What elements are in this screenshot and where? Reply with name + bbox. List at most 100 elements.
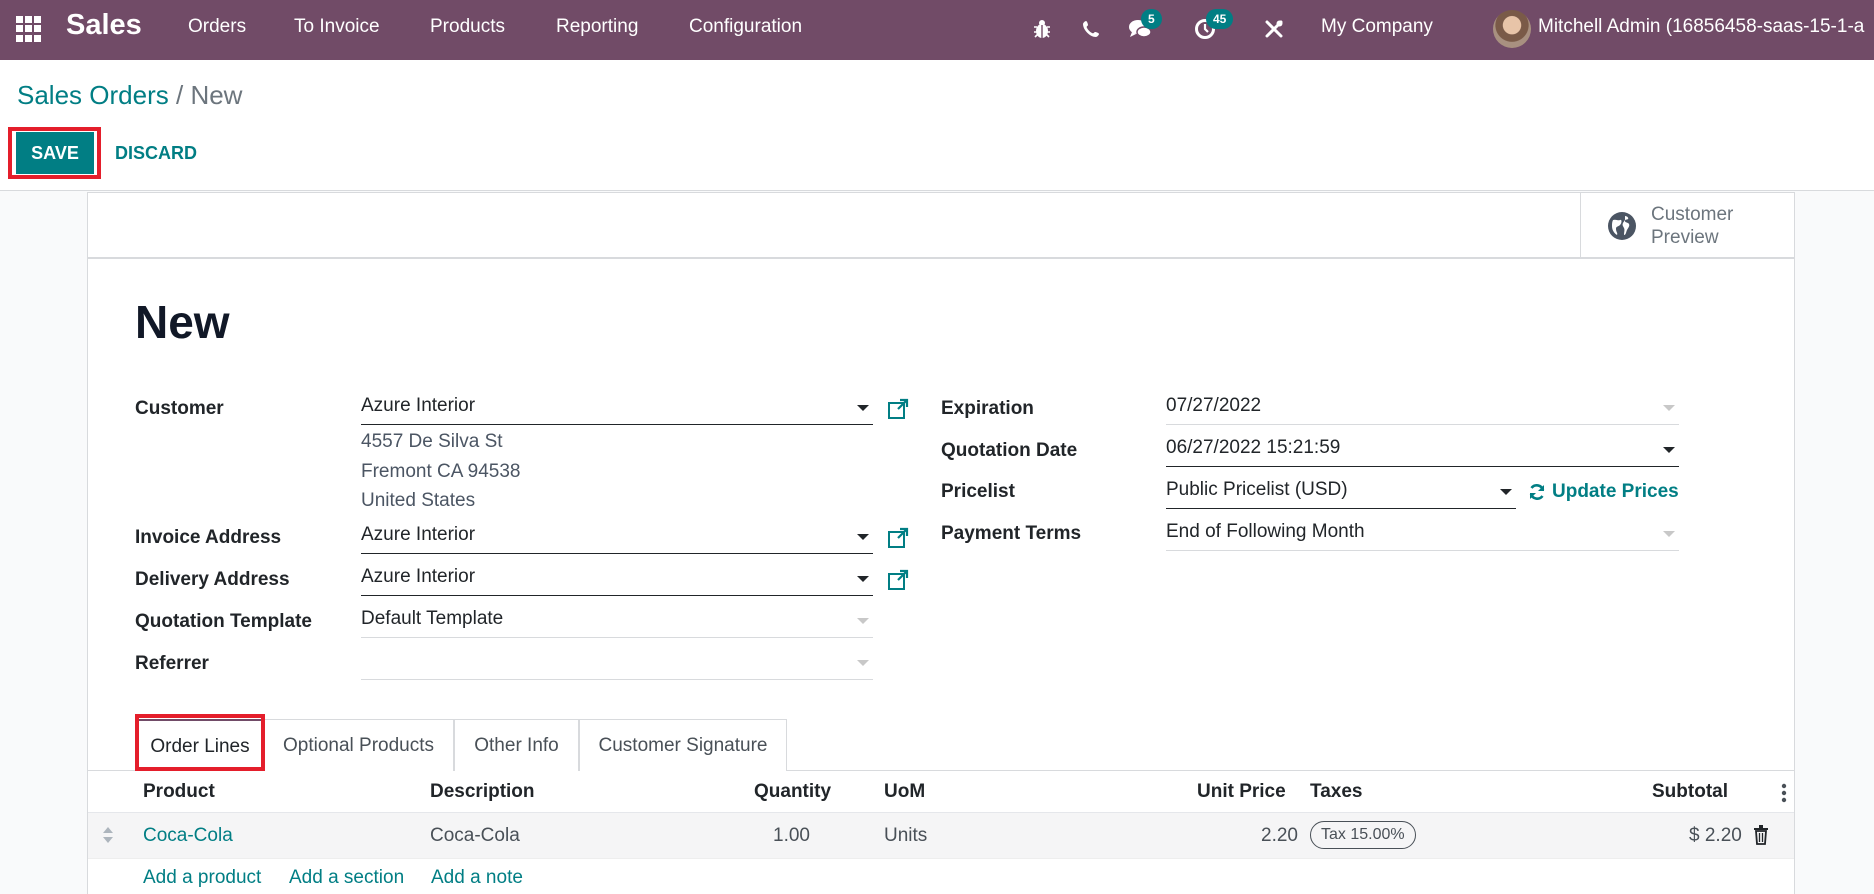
row-quantity[interactable]: 1.00 — [773, 825, 810, 847]
expiration-dropdown-caret[interactable] — [1663, 405, 1675, 411]
app-name[interactable]: Sales — [66, 9, 142, 42]
tab-customer-signature[interactable]: Customer Signature — [579, 719, 787, 771]
chat-icon[interactable]: 5 — [1127, 9, 1162, 44]
customer-dropdown-caret[interactable] — [857, 405, 869, 411]
customer-preview-label-1: Customer — [1651, 204, 1734, 225]
expiration-label: Expiration — [941, 398, 1034, 419]
tax-tag[interactable]: Tax 15.00% — [1310, 821, 1416, 849]
quotation-date-value: 06/27/2022 15:21:59 — [1166, 437, 1341, 458]
customer-value: Azure Interior — [361, 395, 476, 416]
tab-optional-products[interactable]: Optional Products — [263, 719, 454, 771]
customer-external-link-icon[interactable] — [887, 398, 909, 420]
row-product[interactable]: Coca-Cola — [143, 825, 233, 847]
quotation-template-value: Default Template — [361, 608, 504, 629]
globe-icon — [1608, 212, 1636, 240]
referrer-field[interactable] — [361, 646, 873, 680]
breadcrumb: Sales Orders / New — [17, 80, 242, 111]
expiration-field[interactable]: 07/27/2022 — [1166, 391, 1679, 425]
quotation-template-label: Quotation Template — [135, 611, 312, 632]
button-box: Customer Preview — [88, 193, 1794, 259]
delivery-address-field[interactable]: Azure Interior — [361, 562, 873, 596]
trash-icon[interactable] — [1753, 825, 1769, 845]
payment-terms-field[interactable]: End of Following Month — [1166, 517, 1679, 551]
row-unit-price[interactable]: 2.20 — [1261, 825, 1298, 847]
delivery-address-value: Azure Interior — [361, 566, 476, 587]
customer-preview-button[interactable]: Customer Preview — [1580, 193, 1794, 257]
table-row[interactable]: Coca-Cola Coca-Cola 1.00 Units 2.20 Tax … — [88, 813, 1794, 859]
clock-icon[interactable]: 45 — [1192, 9, 1234, 44]
column-uom[interactable]: UoM — [884, 781, 925, 803]
referrer-label: Referrer — [135, 653, 209, 674]
referrer-dropdown-caret[interactable] — [857, 660, 869, 666]
menu-configuration[interactable]: Configuration — [689, 16, 802, 38]
customer-address-line-2: Fremont CA 94538 — [361, 461, 521, 482]
company-switcher[interactable]: My Company — [1321, 16, 1433, 38]
form-sheet: Customer Preview New Customer Azure Inte… — [87, 192, 1795, 894]
row-subtotal: $ 2.20 — [1689, 825, 1742, 846]
delivery-address-dropdown-caret[interactable] — [857, 576, 869, 582]
tools-icon[interactable] — [1262, 14, 1286, 44]
column-unit-price[interactable]: Unit Price — [1197, 781, 1286, 803]
update-prices-button[interactable]: Update Prices — [1528, 481, 1679, 503]
pricelist-value: Public Pricelist (USD) — [1166, 479, 1348, 500]
apps-menu-icon[interactable] — [16, 16, 42, 42]
column-taxes[interactable]: Taxes — [1310, 781, 1362, 803]
column-subtotal[interactable]: Subtotal — [1652, 781, 1728, 803]
menu-products[interactable]: Products — [430, 16, 505, 38]
invoice-address-external-link-icon[interactable] — [887, 527, 909, 549]
save-button[interactable]: SAVE — [16, 132, 94, 174]
optional-columns-icon[interactable] — [1781, 783, 1787, 803]
discard-button[interactable]: DISCARD — [105, 132, 207, 174]
delivery-address-external-link-icon[interactable] — [887, 569, 909, 591]
quotation-date-field[interactable]: 06/27/2022 15:21:59 — [1166, 433, 1679, 467]
order-lines-header: Product Description Quantity UoM Unit Pr… — [88, 771, 1794, 813]
expiration-value: 07/27/2022 — [1166, 395, 1262, 416]
payment-terms-value: End of Following Month — [1166, 521, 1365, 542]
delivery-address-label: Delivery Address — [135, 569, 290, 590]
menu-reporting[interactable]: Reporting — [556, 16, 638, 38]
drag-handle-icon[interactable] — [102, 825, 114, 845]
pricelist-field[interactable]: Public Pricelist (USD) — [1166, 475, 1516, 509]
bug-icon[interactable] — [1031, 14, 1053, 44]
refresh-icon — [1529, 484, 1545, 500]
user-menu[interactable]: Mitchell Admin (16856458-saas-15-1-a — [1538, 16, 1864, 38]
pricelist-label: Pricelist — [941, 481, 1015, 502]
control-panel: Sales Orders / New SAVE DISCARD — [0, 60, 1874, 191]
menu-to-invoice[interactable]: To Invoice — [294, 16, 380, 38]
quotation-template-field[interactable]: Default Template — [361, 604, 873, 638]
add-product-link[interactable]: Add a product — [143, 867, 261, 889]
notebook-tabs: Order Lines Optional Products Other Info… — [88, 719, 1794, 772]
breadcrumb-current: New — [190, 80, 243, 110]
update-prices-label: Update Prices — [1552, 481, 1679, 502]
row-description[interactable]: Coca-Cola — [430, 825, 520, 847]
breadcrumb-sales-orders[interactable]: Sales Orders — [17, 80, 169, 110]
tab-order-lines[interactable]: Order Lines — [137, 719, 263, 772]
column-product[interactable]: Product — [143, 781, 215, 803]
customer-label: Customer — [135, 398, 224, 419]
row-uom[interactable]: Units — [884, 825, 927, 847]
invoice-address-field[interactable]: Azure Interior — [361, 520, 873, 554]
top-navbar: Sales Orders To Invoice Products Reporti… — [0, 0, 1874, 60]
column-quantity[interactable]: Quantity — [754, 781, 831, 803]
quotation-template-dropdown-caret[interactable] — [857, 618, 869, 624]
quotation-date-dropdown-caret[interactable] — [1663, 447, 1675, 453]
customer-address-line-1: 4557 De Silva St — [361, 431, 503, 452]
payment-terms-label: Payment Terms — [941, 523, 1082, 544]
add-section-link[interactable]: Add a section — [289, 867, 404, 889]
payment-terms-dropdown-caret[interactable] — [1663, 531, 1675, 537]
user-avatar[interactable] — [1493, 10, 1531, 48]
quotation-date-label: Quotation Date — [941, 440, 1078, 461]
customer-field[interactable]: Azure Interior — [361, 391, 873, 425]
tab-other-info[interactable]: Other Info — [454, 719, 579, 771]
customer-address-line-3: United States — [361, 490, 476, 511]
phone-icon[interactable] — [1080, 14, 1102, 44]
column-description[interactable]: Description — [430, 781, 535, 803]
messages-count-badge: 5 — [1141, 9, 1162, 29]
invoice-address-label: Invoice Address — [135, 527, 282, 548]
invoice-address-dropdown-caret[interactable] — [857, 534, 869, 540]
pricelist-dropdown-caret[interactable] — [1500, 489, 1512, 495]
menu-orders[interactable]: Orders — [188, 16, 246, 38]
breadcrumb-separator: / — [175, 80, 184, 110]
add-note-link[interactable]: Add a note — [431, 867, 523, 889]
invoice-address-value: Azure Interior — [361, 524, 476, 545]
